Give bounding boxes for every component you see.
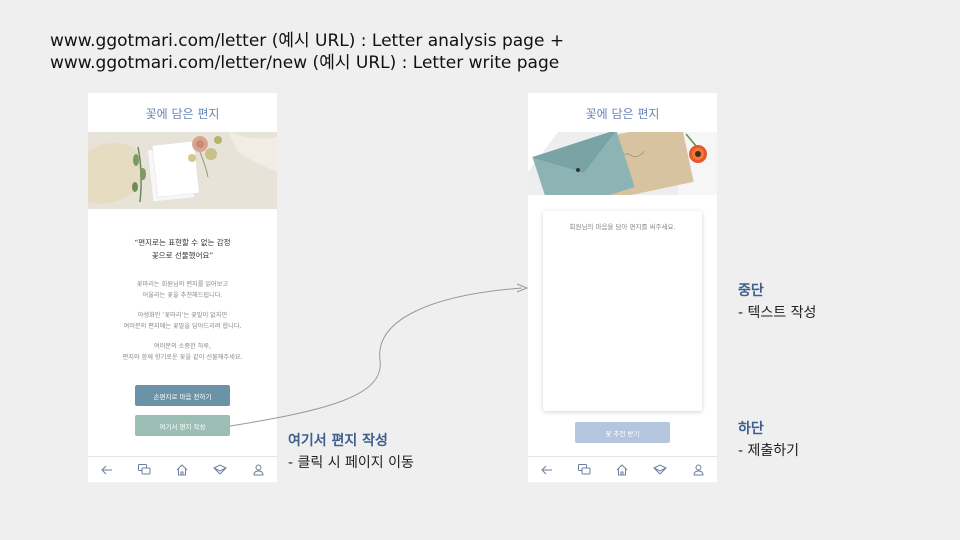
desc-3-line-1: 여러분의 소중한 하루,	[153, 343, 212, 350]
desc-1-line-2: 어울리는 꽃을 추천해드립니다.	[142, 292, 223, 299]
letter-icon[interactable]	[652, 462, 668, 478]
annotation-middle-desc: - 텍스트 작성	[738, 305, 817, 321]
letter-text-area[interactable]: 회원님의 마음을 담아 편지를 써주세요.	[543, 211, 702, 411]
annotation-bottom-title: 하단	[738, 421, 764, 437]
back-arrow-icon[interactable]	[539, 462, 555, 478]
annotation-bottom-desc: - 제출하기	[738, 443, 800, 459]
description-block-2: 아생화인 ‘꽃마리’는 꽃말이 없지만 여러분의 편지에는 꽃말을 담아드리려 …	[88, 310, 277, 332]
hero-flowers-illustration	[88, 132, 277, 209]
desc-3-line-2: 편지와 함께 향기로운 꽃을 같이 선물해주세요.	[122, 354, 243, 361]
home-icon[interactable]	[174, 462, 190, 478]
app-title: 꽃에 담은 편지	[585, 107, 660, 121]
quote: “편지로는 표현할 수 없는 감정 꽃으로 선물했어요”	[88, 236, 277, 262]
desc-2-line-2: 여러분의 편지에는 꽃말을 담아드리려 합니다.	[123, 323, 242, 330]
quote-line-2: 꽃으로 선물했어요”	[151, 251, 214, 260]
chat-bubbles-icon[interactable]	[137, 462, 153, 478]
hero-envelope-illustration	[528, 132, 717, 195]
get-flower-recommendation-button[interactable]: 꽃 추천 받기	[575, 422, 670, 443]
header-description: www.ggotmari.com/letter (예시 URL) : Lette…	[50, 30, 564, 74]
description-block-1: 꽃마리는 회원님의 편지를 읽어보고 어울리는 꽃을 추천해드립니다.	[88, 279, 277, 301]
user-icon[interactable]	[250, 462, 266, 478]
desc-2-line-1: 아생화인 ‘꽃마리’는 꽃말이 없지만	[137, 312, 228, 319]
app-title: 꽃에 담은 편지	[145, 107, 220, 121]
user-icon[interactable]	[690, 462, 706, 478]
annotation-write-here-title: 여기서 편지 작성	[288, 433, 388, 449]
description-block-3: 여러분의 소중한 하루, 편지와 함께 향기로운 꽃을 같이 선물해주세요.	[88, 341, 277, 363]
header-line-2: www.ggotmari.com/letter/new (예시 URL) : L…	[50, 53, 560, 73]
home-icon[interactable]	[614, 462, 630, 478]
hero-image	[528, 132, 717, 195]
handwrite-letter-button[interactable]: 손편지로 마음 전하기	[135, 385, 230, 406]
letter-write-screen: 꽃에 담은 편지 회원님의 마음을 담아 편지를 써주세요. 꽃 추천 받기	[528, 93, 717, 482]
write-letter-here-button[interactable]: 여기서 편지 작성	[135, 415, 230, 436]
annotation-write-here-desc: - 클릭 시 페이지 이동	[288, 455, 414, 471]
annotation-bottom: 하단 - 제출하기	[738, 418, 799, 462]
letter-icon[interactable]	[212, 462, 228, 478]
annotation-middle-title: 중단	[738, 283, 764, 299]
letter-placeholder: 회원님의 마음을 담아 편지를 써주세요.	[569, 223, 676, 231]
chat-bubbles-icon[interactable]	[577, 462, 593, 478]
back-arrow-icon[interactable]	[99, 462, 115, 478]
hero-image	[88, 132, 277, 209]
annotation-write-here: 여기서 편지 작성 - 클릭 시 페이지 이동	[288, 430, 414, 474]
bottom-nav	[528, 456, 717, 482]
bottom-nav	[88, 456, 277, 482]
desc-1-line-1: 꽃마리는 회원님의 편지를 읽어보고	[136, 281, 229, 288]
header-line-1: www.ggotmari.com/letter (예시 URL) : Lette…	[50, 31, 565, 51]
quote-line-1: “편지로는 표현할 수 없는 감정	[134, 238, 231, 247]
annotation-middle: 중단 - 텍스트 작성	[738, 280, 816, 324]
letter-analysis-screen: 꽃에 담은 편지 “편지로는 표현할 수 없는 감정 꽃으로 선물했어요” 꽃마…	[88, 93, 277, 482]
